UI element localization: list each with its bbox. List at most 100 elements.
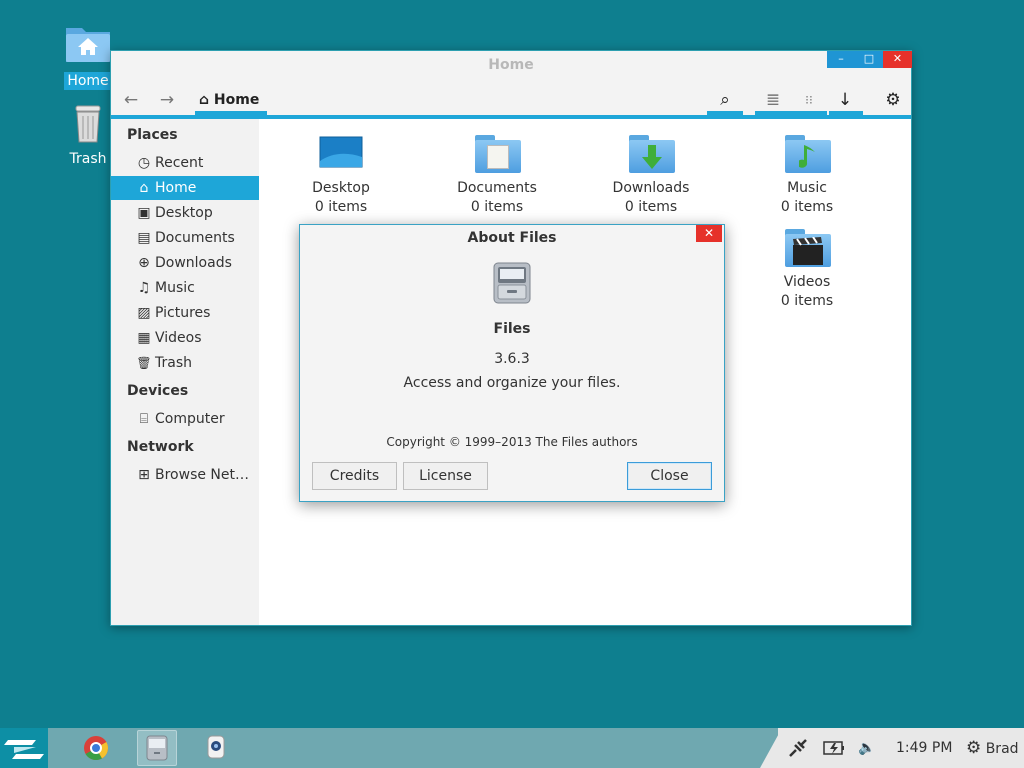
file-name: Videos <box>783 274 831 290</box>
taskbar-app-chrome[interactable] <box>76 730 116 766</box>
sidebar-item-label: Music <box>155 280 195 296</box>
list-view-icon: ≣ <box>765 90 781 110</box>
folder-desktop[interactable]: Desktop 0 items <box>271 131 411 217</box>
sidebar-item-label: Browse Net… <box>155 467 250 483</box>
downloads-folder-icon <box>629 135 675 173</box>
window-titlebar[interactable]: Home – □ ✕ <box>111 51 912 81</box>
list-view-button[interactable]: ≣ <box>759 87 787 113</box>
dialog-title: About Files <box>467 230 557 246</box>
sidebar-item-desktop[interactable]: ▣ Desktop <box>111 201 259 225</box>
user-name: Brad <box>985 741 1019 757</box>
folder-documents[interactable]: Documents 0 items <box>427 131 567 217</box>
app-name: Files <box>493 321 531 337</box>
network-status-button[interactable] <box>786 728 812 768</box>
trash-can-icon <box>75 105 101 143</box>
battery-charging-icon <box>823 741 844 755</box>
zorin-logo-icon <box>4 740 44 759</box>
sidebar-item-recent[interactable]: ◷ Recent <box>111 151 259 175</box>
sidebar-item-label: Home <box>155 180 197 196</box>
back-button[interactable]: ← <box>119 87 143 113</box>
file-count: 0 items <box>624 199 678 215</box>
home-icon: ⌂ <box>139 180 149 196</box>
sidebar-item-videos[interactable]: ▦ Videos <box>111 326 259 350</box>
trash-icon: 🗑 <box>136 356 152 370</box>
minimize-button[interactable]: – <box>827 51 855 68</box>
sidebar-item-home[interactable]: ⌂ Home <box>111 176 259 200</box>
about-dialog: About Files ✕ Files 3.6.3 Access and org… <box>299 224 725 502</box>
desktop-icon-label: Trash <box>69 151 107 167</box>
file-name: Documents <box>457 180 537 196</box>
folder-downloads[interactable]: Downloads 0 items <box>581 131 721 217</box>
dialog-close-button[interactable]: ✕ <box>696 225 722 242</box>
grid-view-icon: ⁝⁝ <box>805 93 813 107</box>
gear-icon: ⚙ <box>885 90 901 110</box>
network-plug-icon <box>789 739 807 757</box>
download-button[interactable]: ↓ <box>831 87 859 113</box>
desktop-icon-label: Home <box>64 72 112 90</box>
license-button[interactable]: License <box>403 462 488 490</box>
sidebar-item-label: Desktop <box>155 205 213 221</box>
credits-button[interactable]: Credits <box>312 462 397 490</box>
sidebar-item-label: Pictures <box>155 305 211 321</box>
path-bar-home[interactable]: ⌂ Home <box>199 87 259 113</box>
sidebar-item-computer[interactable]: ⌸ Computer <box>111 407 259 431</box>
search-icon: ⌕ <box>720 90 730 110</box>
forward-button[interactable]: → <box>155 87 179 113</box>
file-count: 0 items <box>314 199 368 215</box>
sidebar-item-label: Videos <box>155 330 202 346</box>
file-name: Downloads <box>612 180 690 196</box>
folder-videos[interactable]: Videos 0 items <box>737 225 877 311</box>
chrome-browser-icon <box>84 736 109 761</box>
videos-folder-icon <box>785 229 831 267</box>
sidebar-item-label: Computer <box>155 411 225 427</box>
app-copyright: Copyright © 1999–2013 The Files authors <box>386 435 638 449</box>
app-version: 3.6.3 <box>494 351 530 367</box>
window-close-button[interactable]: ✕ <box>883 51 912 68</box>
sidebar-item-browse-network[interactable]: ⊞ Browse Net… <box>111 463 259 487</box>
sidebar-header-network: Network <box>127 439 194 455</box>
battery-status-button[interactable] <box>822 728 848 768</box>
taskbar-app-files[interactable] <box>137 730 177 766</box>
window-title: Home <box>488 57 534 73</box>
user-menu-button[interactable]: ⚙ Brad <box>966 728 1019 768</box>
file-name: Music <box>787 180 827 196</box>
sidebar: Places ◷ Recent ⌂ Home ▣ Desktop ▤ Docum… <box>111 119 259 625</box>
desktop-icon-home[interactable]: Home <box>63 22 113 90</box>
sidebar-item-label: Trash <box>155 355 192 371</box>
sidebar-header-places: Places <box>127 127 178 143</box>
start-menu-button[interactable] <box>0 728 48 768</box>
desktop-icon: ▣ <box>137 205 151 221</box>
arrow-down-icon: ↓ <box>837 90 853 110</box>
settings-button[interactable]: ⚙ <box>879 87 907 113</box>
download-icon: ⊕ <box>138 255 150 271</box>
sidebar-item-documents[interactable]: ▤ Documents <box>111 226 259 250</box>
close-button[interactable]: Close <box>627 462 712 490</box>
film-icon: ▦ <box>137 330 151 346</box>
clock[interactable]: 1:49 PM <box>896 728 952 768</box>
home-folder-icon <box>66 28 110 62</box>
sidebar-item-pictures[interactable]: ▨ Pictures <box>111 301 259 325</box>
maximize-button[interactable]: □ <box>855 51 883 68</box>
sidebar-item-downloads[interactable]: ⊕ Downloads <box>111 251 259 275</box>
sidebar-item-label: Documents <box>155 230 235 246</box>
grid-view-button[interactable]: ⁝⁝ <box>795 87 823 113</box>
path-label: Home <box>213 92 260 108</box>
documents-folder-icon <box>475 135 521 173</box>
picture-icon: ▨ <box>137 305 151 321</box>
volume-icon: 🔈 <box>858 740 876 756</box>
gear-icon: ⚙ <box>966 738 982 758</box>
arrow-right-icon: → <box>159 90 175 110</box>
sidebar-item-label: Recent <box>155 155 204 171</box>
network-icon: ⊞ <box>138 467 150 483</box>
app-description: Access and organize your files. <box>403 375 621 391</box>
folder-music[interactable]: Music 0 items <box>737 131 877 217</box>
volume-button[interactable]: 🔈 <box>858 728 884 768</box>
sidebar-item-music[interactable]: ♫ Music <box>111 276 259 300</box>
sidebar-item-label: Downloads <box>155 255 232 271</box>
file-count: 0 items <box>780 199 834 215</box>
sidebar-item-trash[interactable]: 🗑 Trash <box>111 351 259 375</box>
documents-icon: ▤ <box>137 230 151 246</box>
taskbar-app-webcam[interactable] <box>196 730 236 766</box>
desktop-icon-trash[interactable]: Trash <box>63 104 113 168</box>
search-button[interactable]: ⌕ <box>711 87 739 113</box>
